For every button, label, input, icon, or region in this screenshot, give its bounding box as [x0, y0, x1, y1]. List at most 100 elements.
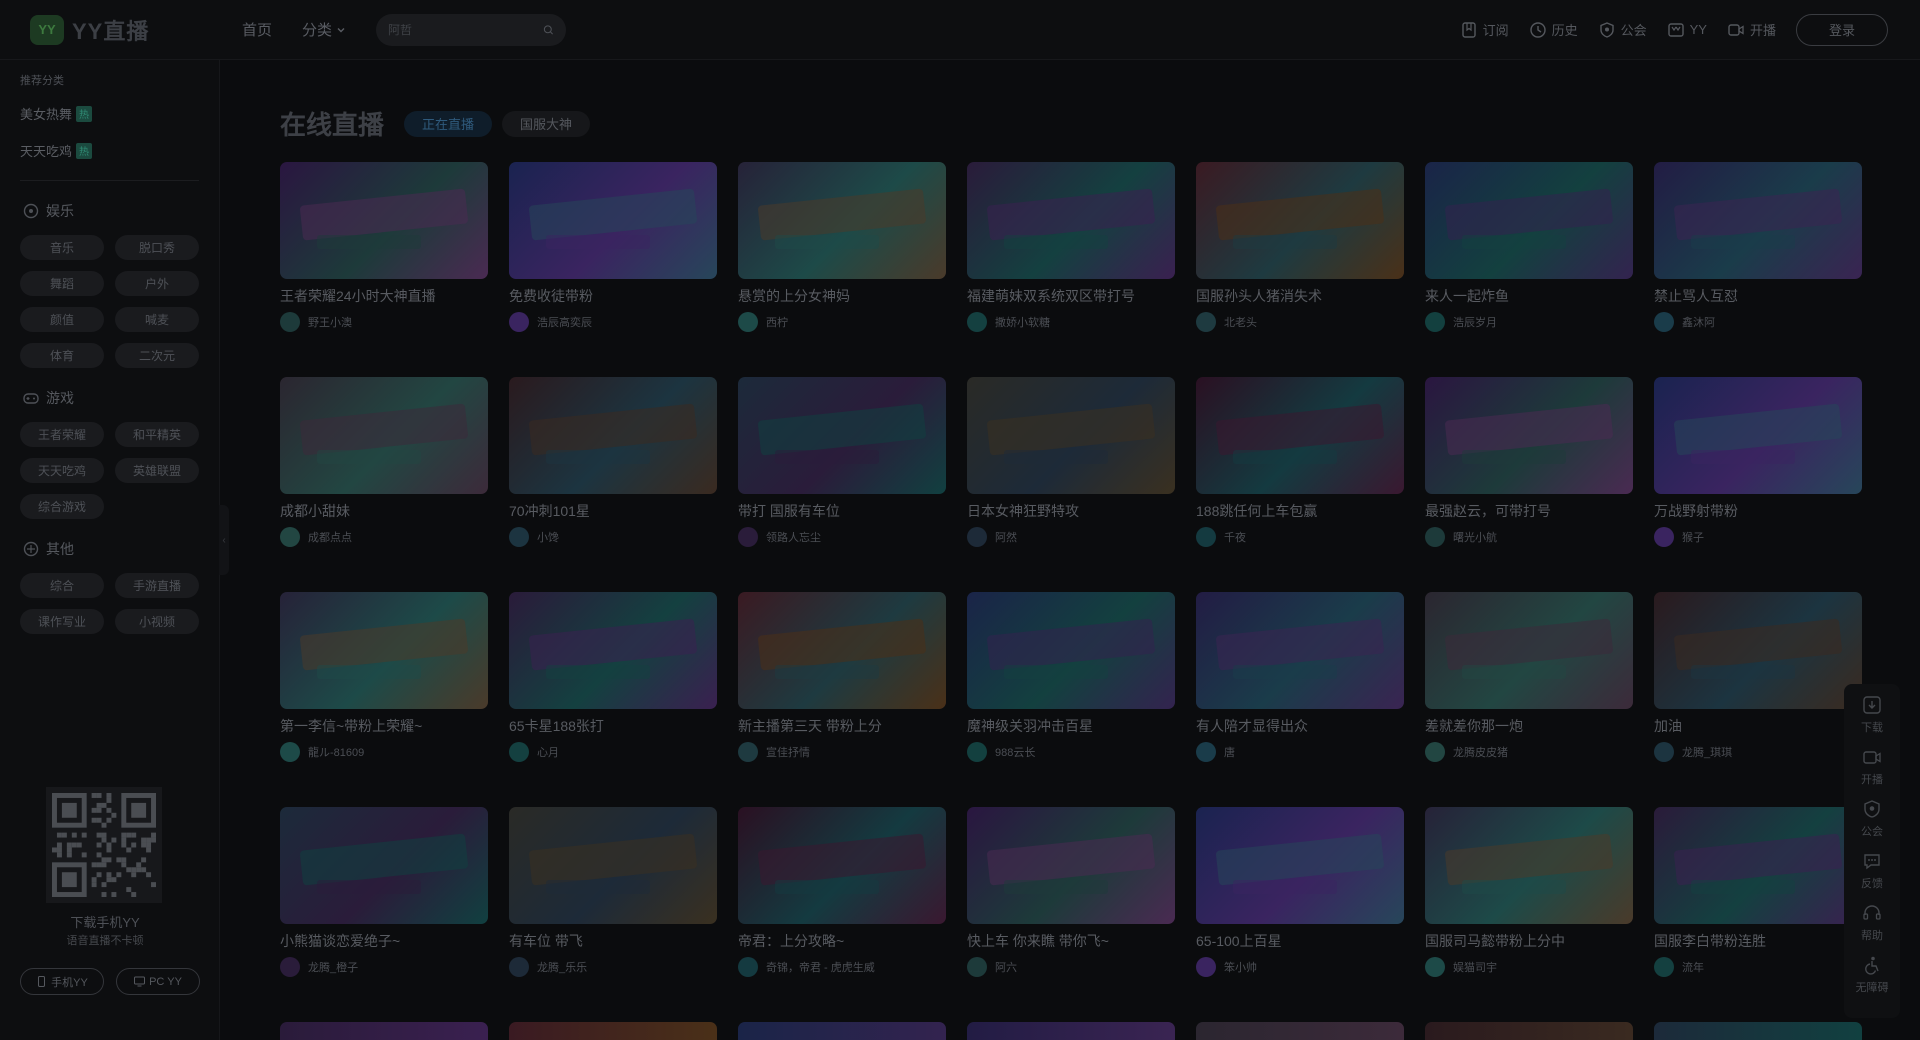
stream-card[interactable]: 新主播第三天 带粉上分 宣佳抒情 — [738, 592, 946, 807]
category-chip[interactable]: 体育 — [20, 343, 104, 368]
category-chip[interactable]: 综合 — [20, 573, 104, 598]
download-mobile-button[interactable]: 手机YY — [20, 968, 104, 995]
stream-title[interactable]: 帝君：上分攻略~ — [738, 931, 946, 951]
stream-thumbnail[interactable] — [967, 377, 1175, 494]
anchor-info[interactable]: 鑫沐阿 — [1654, 312, 1862, 332]
stream-thumbnail[interactable] — [1654, 162, 1862, 279]
stream-thumbnail[interactable] — [1654, 1022, 1862, 1040]
stream-title[interactable]: 来人一起炸鱼 — [1425, 286, 1633, 306]
stream-card[interactable]: 小熊猫谈恋爱绝子~ 龙腾_橙子 — [280, 807, 488, 1022]
stream-title[interactable]: 福建萌妹双系统双区带打号 — [967, 286, 1175, 306]
stream-thumbnail[interactable] — [1425, 592, 1633, 709]
anchor-info[interactable]: 野王小澳 — [280, 312, 488, 332]
anchor-info[interactable]: 阿然 — [967, 527, 1175, 547]
stream-card[interactable]: 188跳任何上车包赢 千夜 — [1196, 377, 1404, 592]
anchor-info[interactable]: 流年 — [1654, 957, 1862, 977]
stream-thumbnail[interactable] — [967, 592, 1175, 709]
category-chip[interactable]: 户外 — [115, 271, 199, 296]
anchor-info[interactable]: 龙腾_琪琪 — [1654, 742, 1862, 762]
stream-thumbnail[interactable] — [738, 1022, 946, 1040]
category-chip[interactable]: 王者荣耀 — [20, 422, 104, 447]
anchor-info[interactable]: 成都点点 — [280, 527, 488, 547]
stream-card[interactable]: 快上车 你来瞧 带你飞~ 阿六 — [967, 807, 1175, 1022]
float-guild[interactable]: 公会 — [1861, 798, 1883, 839]
anchor-info[interactable]: 西柠 — [738, 312, 946, 332]
stream-card[interactable]: 65卡星188张打 心月 — [509, 592, 717, 807]
anchor-info[interactable]: 小馋 — [509, 527, 717, 547]
stream-card[interactable]: 70冲刺101星 小馋 — [509, 377, 717, 592]
anchor-info[interactable]: 龙腾皮皮猪 — [1425, 742, 1633, 762]
stream-title[interactable]: 禁止骂人互怼 — [1654, 286, 1862, 306]
stream-thumbnail[interactable] — [1196, 807, 1404, 924]
tab-live-now[interactable]: 正在直播 — [404, 110, 493, 137]
anchor-info[interactable]: 宣佳抒情 — [738, 742, 946, 762]
guild-link[interactable]: 公会 — [1598, 20, 1647, 39]
search-icon[interactable] — [543, 22, 554, 38]
stream-card[interactable]: 悬赏的上分女神妈 西柠 — [738, 162, 946, 377]
anchor-info[interactable]: 988云长 — [967, 742, 1175, 762]
category-chip[interactable]: 脱口秀 — [115, 235, 199, 260]
stream-thumbnail[interactable] — [738, 162, 946, 279]
stream-title[interactable]: 65-100上百星 — [1196, 931, 1404, 951]
stream-thumbnail[interactable] — [967, 1022, 1175, 1040]
stream-thumbnail[interactable] — [1196, 1022, 1404, 1040]
stream-thumbnail[interactable] — [1196, 592, 1404, 709]
stream-thumbnail[interactable] — [1654, 377, 1862, 494]
stream-card[interactable]: 有人陪才显得出众唐 — [1196, 592, 1404, 807]
category-chip[interactable]: 音乐 — [20, 235, 104, 260]
stream-thumbnail[interactable] — [738, 807, 946, 924]
anchor-info[interactable]: 领路人忘尘 — [738, 527, 946, 547]
stream-card[interactable]: 万战野射带粉 猴子 — [1654, 377, 1862, 592]
stream-thumbnail[interactable] — [509, 807, 717, 924]
anchor-info[interactable]: 阿六 — [967, 957, 1175, 977]
anchor-info[interactable]: 千夜 — [1196, 527, 1404, 547]
category-chip[interactable]: 手游直播 — [115, 573, 199, 598]
stream-title[interactable]: 188跳任何上车包赢 — [1196, 501, 1404, 521]
float-download[interactable]: 下载 — [1861, 694, 1883, 735]
anchor-info[interactable]: 浩辰岁月 — [1425, 312, 1633, 332]
stream-thumbnail[interactable] — [1196, 162, 1404, 279]
stream-thumbnail[interactable] — [1425, 377, 1633, 494]
stream-title[interactable]: 最强赵云，可带打号 — [1425, 501, 1633, 521]
start-live-link[interactable]: 开播 — [1727, 20, 1776, 39]
anchor-info[interactable]: 龙腾_乐乐 — [509, 957, 717, 977]
stream-thumbnail[interactable] — [738, 592, 946, 709]
search-box[interactable] — [376, 13, 567, 46]
stream-title[interactable]: 王者荣耀24小时大神直播 — [280, 286, 488, 306]
stream-thumbnail[interactable] — [509, 377, 717, 494]
stream-title[interactable]: 国服李白带粉连胜 — [1654, 931, 1862, 951]
stream-card[interactable]: 加油 龙腾_琪琪 — [1654, 592, 1862, 807]
stream-card[interactable]: 带打 国服有车位 领路人忘尘 — [738, 377, 946, 592]
stream-thumbnail[interactable] — [1425, 807, 1633, 924]
category-chip[interactable]: 小视频 — [115, 609, 199, 634]
stream-thumbnail[interactable] — [280, 807, 488, 924]
history-link[interactable]: 历史 — [1529, 20, 1578, 39]
download-pc-button[interactable]: PC YY — [116, 968, 200, 995]
category-chip[interactable]: 综合游戏 — [20, 494, 104, 519]
anchor-info[interactable]: 唐 — [1196, 742, 1404, 762]
category-chip[interactable]: 和平精英 — [115, 422, 199, 447]
stream-title[interactable]: 成都小甜妹 — [280, 501, 488, 521]
anchor-info[interactable]: 心月 — [509, 742, 717, 762]
stream-card[interactable]: 日本女神狂野特攻 阿然 — [967, 377, 1175, 592]
stream-card[interactable]: 第一李信~带粉上荣耀~ 龍ル-81609 — [280, 592, 488, 807]
stream-card[interactable]: 最强赵云，可带打号 曙光小航 — [1425, 377, 1633, 592]
category-chip[interactable]: 英雄联盟 — [115, 458, 199, 483]
stream-thumbnail[interactable] — [509, 162, 717, 279]
anchor-info[interactable]: 撒娇小软糖 — [967, 312, 1175, 332]
anchor-info[interactable]: 曙光小航 — [1425, 527, 1633, 547]
category-chip[interactable]: 舞蹈 — [20, 271, 104, 296]
category-chip[interactable]: 天天吃鸡 — [20, 458, 104, 483]
stream-card[interactable]: 福建萌妹双系统双区带打号 撒娇小软糖 — [967, 162, 1175, 377]
search-input[interactable] — [388, 22, 544, 37]
category-chip[interactable]: 颜值 — [20, 307, 104, 332]
float-help[interactable]: 帮助 — [1861, 902, 1883, 943]
stream-title[interactable]: 65卡星188张打 — [509, 716, 717, 736]
logo[interactable]: YY YY直播 — [30, 14, 190, 46]
nav-home[interactable]: 首页 — [242, 19, 272, 40]
stream-thumbnail[interactable] — [1654, 592, 1862, 709]
stream-thumbnail[interactable] — [280, 1022, 488, 1040]
yy-link[interactable]: YY — [1667, 21, 1707, 39]
stream-title[interactable]: 新主播第三天 带粉上分 — [738, 716, 946, 736]
float-accessibility[interactable]: 无障碍 — [1856, 954, 1889, 995]
